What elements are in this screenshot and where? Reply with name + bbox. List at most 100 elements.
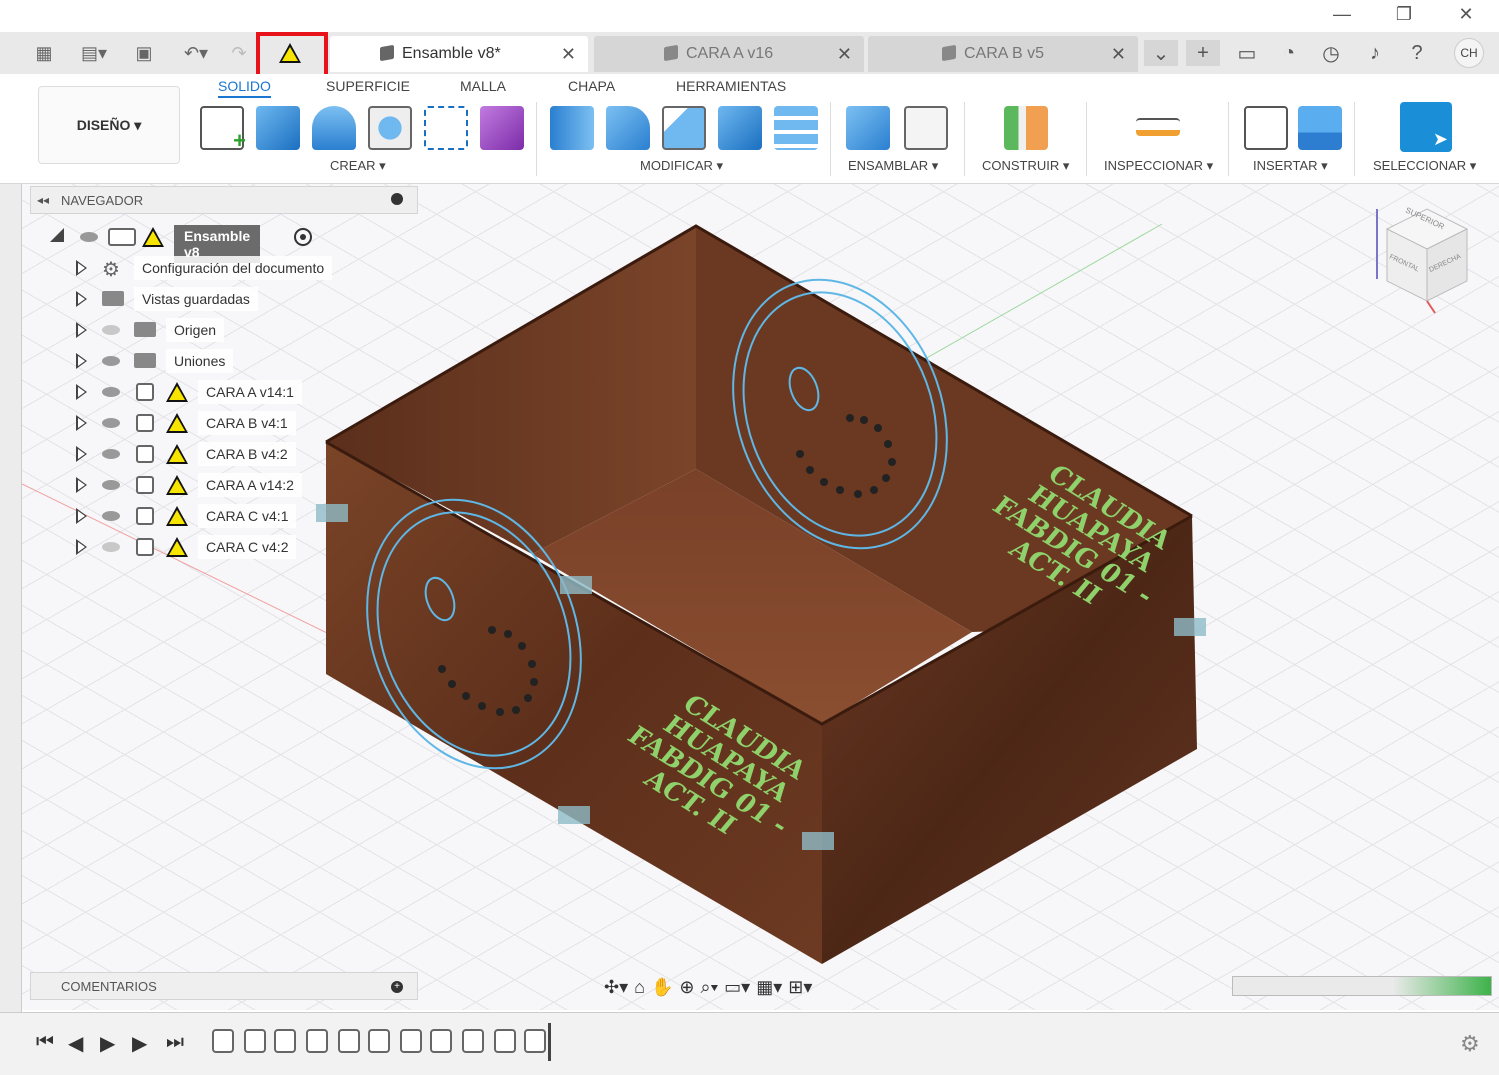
- tab-solido[interactable]: SOLIDO: [218, 78, 271, 98]
- activate-radio-icon[interactable]: [294, 228, 312, 246]
- joint-icon[interactable]: [904, 106, 948, 150]
- timeline-end-icon[interactable]: ⏭: [166, 1031, 184, 1054]
- file-menu-icon[interactable]: ▤▾: [72, 40, 116, 66]
- orbit-icon[interactable]: ✣▾: [604, 977, 628, 998]
- expand-triangle-icon[interactable]: [76, 260, 87, 276]
- timeline-feature-icon[interactable]: [306, 1029, 328, 1053]
- timeline-joint-icon[interactable]: [524, 1029, 546, 1053]
- split-body-icon[interactable]: [774, 106, 818, 150]
- new-component-icon[interactable]: [846, 106, 890, 150]
- warning-triangle-icon[interactable]: [166, 475, 188, 495]
- timeline-next-icon[interactable]: ▶: [132, 1031, 147, 1056]
- timeline-start-icon[interactable]: ⏮: [36, 1031, 54, 1054]
- tree-item-joints[interactable]: Uniones: [30, 348, 350, 374]
- chevron-down-icon[interactable]: ⌄: [1144, 40, 1178, 66]
- visibility-eye-icon[interactable]: [102, 387, 120, 397]
- tab-cara-a[interactable]: CARA A v16 ✕: [594, 36, 864, 72]
- tree-item-saved-views[interactable]: Vistas guardadas: [30, 286, 350, 312]
- shell-icon[interactable]: [662, 106, 706, 150]
- expand-triangle-icon[interactable]: [76, 446, 87, 462]
- pin-icon[interactable]: [391, 193, 403, 205]
- grid-apps-icon[interactable]: ▦: [30, 40, 58, 66]
- group-insertar[interactable]: INSERTAR ▾: [1253, 158, 1328, 174]
- combine-icon[interactable]: [718, 106, 762, 150]
- expand-triangle-icon[interactable]: [76, 477, 87, 493]
- visibility-eye-icon[interactable]: [102, 449, 120, 459]
- visibility-eye-off-icon[interactable]: [102, 325, 120, 335]
- timeline-settings-gear-icon[interactable]: ⚙: [1460, 1031, 1480, 1057]
- visibility-eye-icon[interactable]: [80, 232, 98, 242]
- fit-icon[interactable]: ⌕▾: [701, 977, 719, 998]
- extrude-icon[interactable]: [256, 106, 300, 150]
- warning-triangle-icon[interactable]: [166, 382, 188, 402]
- hole-icon[interactable]: [368, 106, 412, 150]
- revolve-icon[interactable]: [312, 106, 356, 150]
- group-modificar[interactable]: MODIFICAR ▾: [640, 158, 723, 174]
- close-tab-icon[interactable]: ✕: [837, 44, 852, 65]
- expand-triangle-icon[interactable]: [76, 539, 87, 555]
- pan-hand-icon[interactable]: ✋: [651, 977, 673, 998]
- timeline-joint-icon[interactable]: [274, 1029, 296, 1053]
- close-tab-icon[interactable]: ✕: [561, 44, 576, 65]
- timeline-feature-icon[interactable]: [494, 1029, 516, 1053]
- zoom-icon[interactable]: ⊕: [679, 977, 694, 998]
- group-seleccionar[interactable]: SELECCIONAR ▾: [1373, 158, 1476, 174]
- comments-panel[interactable]: COMENTARIOS +: [30, 972, 418, 1000]
- workspace-switcher[interactable]: DISEÑO ▾: [38, 86, 180, 164]
- expand-triangle-icon[interactable]: [50, 228, 64, 242]
- warning-triangle-icon[interactable]: [166, 413, 188, 433]
- history-icon[interactable]: ◷: [1314, 40, 1348, 66]
- measure-icon[interactable]: [1136, 118, 1180, 136]
- timeline-joint-icon[interactable]: [400, 1029, 422, 1053]
- insert-derive-icon[interactable]: [1244, 106, 1288, 150]
- tab-cara-b[interactable]: CARA B v5 ✕: [868, 36, 1138, 72]
- tree-item-config[interactable]: ⚙ Configuración del documento: [30, 255, 350, 281]
- tab-chapa[interactable]: CHAPA: [568, 78, 615, 94]
- navigator-header[interactable]: ◂◂ NAVEGADOR: [30, 186, 418, 214]
- job-status-icon[interactable]: ◔: [1272, 40, 1306, 66]
- tab-herramientas[interactable]: HERRAMIENTAS: [676, 78, 786, 94]
- tree-item-origin[interactable]: Origen: [30, 317, 350, 343]
- tree-item-component[interactable]: CARA A v14:1: [30, 379, 350, 405]
- save-icon[interactable]: ▣: [130, 40, 158, 66]
- offset-plane-icon[interactable]: [1004, 106, 1048, 150]
- tab-superficie[interactable]: SUPERFICIE: [326, 78, 410, 94]
- comment-icon[interactable]: ▭: [1230, 40, 1264, 66]
- visibility-eye-icon[interactable]: [102, 511, 120, 521]
- press-pull-icon[interactable]: [550, 106, 594, 150]
- viewports-icon[interactable]: ⊞▾: [788, 977, 812, 998]
- tree-item-component[interactable]: CARA C v4:2: [30, 534, 350, 560]
- timeline-feature-icon[interactable]: [212, 1029, 234, 1053]
- new-tab-icon[interactable]: +: [1186, 40, 1220, 66]
- warning-triangle-icon[interactable]: [166, 506, 188, 526]
- tree-item-component[interactable]: CARA B v4:1: [30, 410, 350, 436]
- create-sketch-icon[interactable]: +: [200, 106, 246, 153]
- warning-triangle-icon[interactable]: [142, 227, 164, 247]
- tree-item-component[interactable]: CARA A v14:2: [30, 472, 350, 498]
- close-tab-icon[interactable]: ✕: [1111, 44, 1126, 65]
- timeline-joint-icon[interactable]: [462, 1029, 484, 1053]
- timeline-feature-icon[interactable]: [368, 1029, 390, 1053]
- pattern-icon[interactable]: [424, 106, 468, 150]
- visibility-eye-off-icon[interactable]: [102, 542, 120, 552]
- expand-triangle-icon[interactable]: [76, 415, 87, 431]
- tab-malla[interactable]: MALLA: [460, 78, 506, 94]
- tree-item-component[interactable]: CARA C v4:1: [30, 503, 350, 529]
- group-inspeccionar[interactable]: INSPECCIONAR ▾: [1104, 158, 1213, 174]
- create-form-icon[interactable]: [480, 106, 524, 150]
- warning-triangle-icon[interactable]: [166, 537, 188, 557]
- expand-triangle-icon[interactable]: [76, 322, 87, 338]
- collapse-panel-icon[interactable]: ◂◂: [37, 193, 49, 207]
- visibility-eye-icon[interactable]: [102, 418, 120, 428]
- expand-triangle-icon[interactable]: [76, 353, 87, 369]
- minimize-icon[interactable]: —: [1322, 4, 1362, 25]
- group-crear[interactable]: CREAR ▾: [330, 158, 386, 174]
- timeline-prev-icon[interactable]: ◀: [68, 1031, 83, 1056]
- tree-item-component[interactable]: CARA B v4:2: [30, 441, 350, 467]
- timeline-feature-icon[interactable]: [244, 1029, 266, 1053]
- timeline-joint-icon[interactable]: [338, 1029, 360, 1053]
- warning-triangle-icon[interactable]: [166, 444, 188, 464]
- redo-icon[interactable]: ↷: [226, 40, 252, 66]
- select-icon[interactable]: ➤: [1400, 102, 1452, 152]
- expand-triangle-icon[interactable]: [76, 291, 87, 307]
